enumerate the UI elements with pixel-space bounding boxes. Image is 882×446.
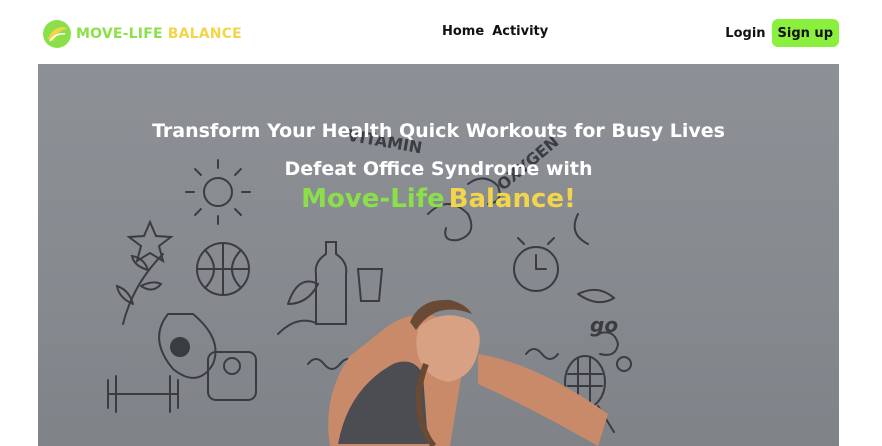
- logo[interactable]: MOVE-LIFE BALANCE: [42, 19, 242, 49]
- main-nav: Home Activity: [442, 24, 548, 39]
- hero-brand-primary: Move-Life: [301, 184, 445, 214]
- login-link[interactable]: Login: [725, 26, 765, 41]
- hero-brand-secondary: Balance!: [448, 184, 576, 214]
- logo-text-primary: MOVE-LIFE: [76, 26, 163, 42]
- nav-home-link[interactable]: Home: [442, 24, 484, 39]
- nav-activity-link[interactable]: Activity: [492, 24, 548, 39]
- hero-headline: Transform Your Health Quick Workouts for…: [38, 112, 839, 188]
- signup-button[interactable]: Sign up: [771, 19, 839, 47]
- logo-text: MOVE-LIFE BALANCE: [76, 26, 242, 42]
- logo-text-secondary: BALANCE: [167, 26, 242, 42]
- hero-banner: VITAMIN OXYGEN go Transform Your Health …: [38, 64, 839, 446]
- leaf-swirl-icon: [43, 20, 71, 48]
- navbar: MOVE-LIFE BALANCE Home Activity Login Sig…: [0, 0, 882, 64]
- hero-headline-line1: Transform Your Health Quick Workouts for…: [152, 120, 725, 142]
- auth-actions: Login Sign up: [725, 19, 839, 47]
- hero-brand: Move-Life Balance!: [38, 184, 839, 214]
- hero-headline-line2: Defeat Office Syndrome with: [284, 158, 593, 180]
- svg-text:go: go: [590, 313, 618, 337]
